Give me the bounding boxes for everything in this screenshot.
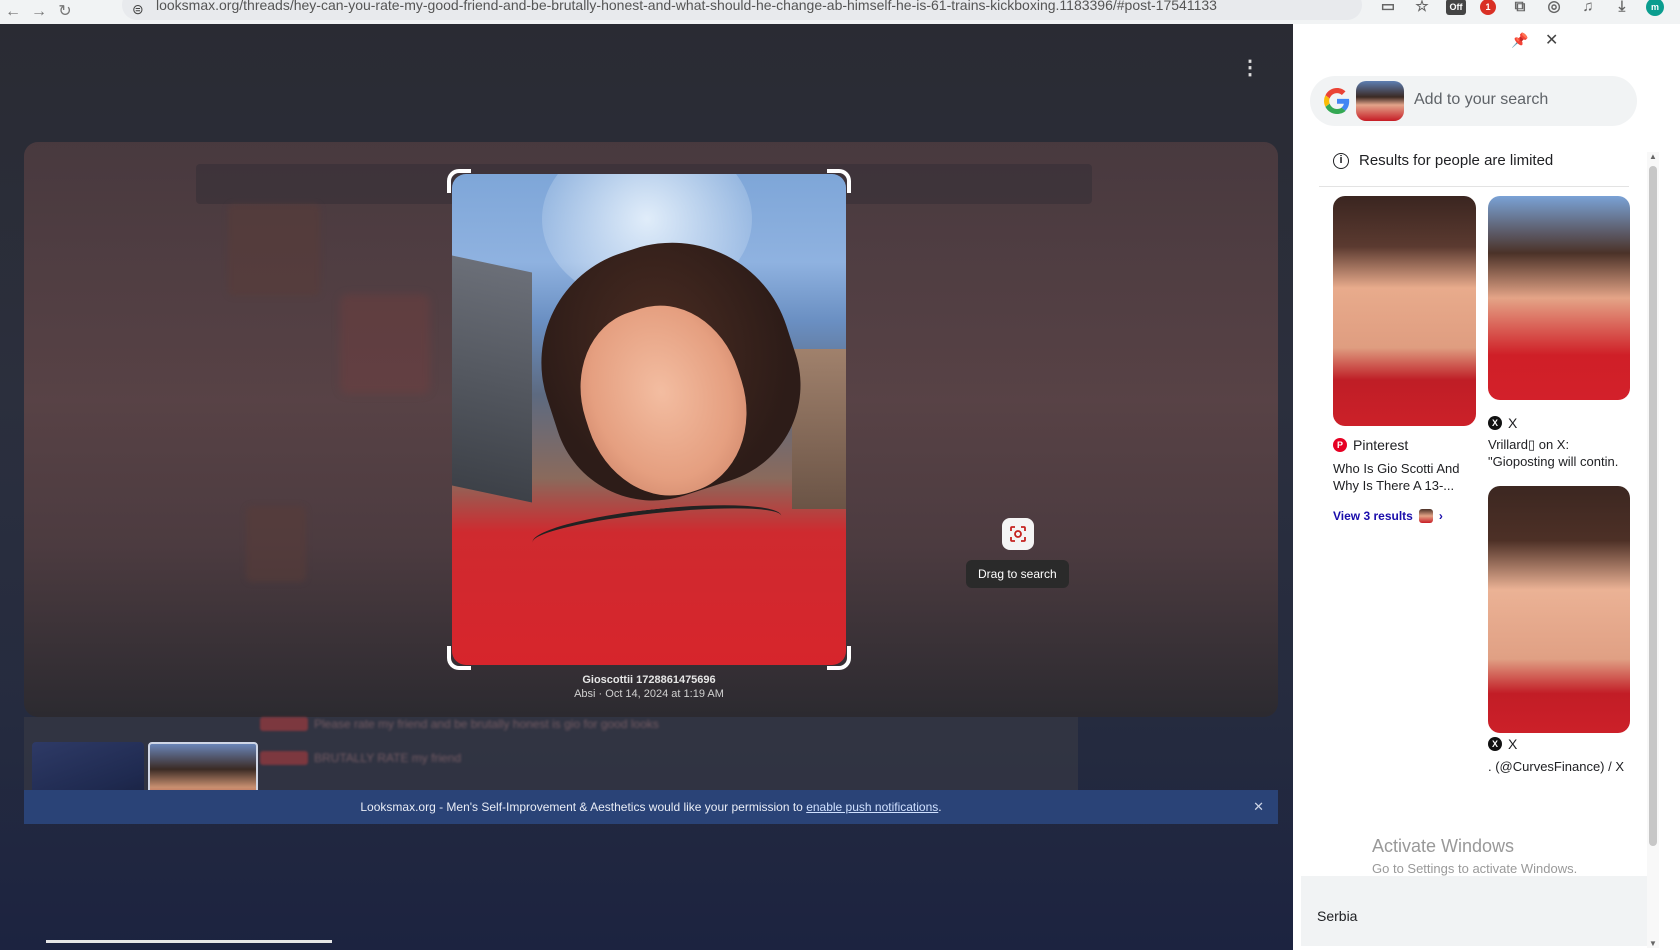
pinterest-icon: P [1333,438,1347,452]
dimmed-tag [260,751,308,765]
horizontal-scrollbar[interactable] [46,940,332,943]
watermark-title: Activate Windows [1372,836,1515,856]
dimmed-thread-title: Please rate my friend and be brutally ho… [314,717,659,731]
image-collar [530,496,784,562]
close-notice-icon[interactable]: ✕ [1253,790,1264,824]
drag-to-search-tooltip: Drag to search [966,560,1069,588]
image-building [452,255,532,503]
back-icon[interactable]: ← [0,4,26,20]
extension-off-icon[interactable]: Off [1446,0,1466,15]
browser-toolbar: ← → ↻ ⊜ looksmax.org/threads/hey-can-you… [0,0,1680,24]
notice-end: . [938,800,942,814]
reload-icon[interactable]: ↻ [52,4,78,20]
people-limited-notice: i Results for people are limited [1333,152,1553,169]
location-text: Serbia [1317,908,1358,924]
address-bar[interactable]: ⊜ looksmax.org/threads/hey-can-you-rate-… [122,0,1362,20]
extensions-bar: ▭ ☆ Off 1 ⧉ ◎ ♫ ⤓ m ⋮ [1378,0,1680,17]
enable-push-link[interactable]: enable push notifications [806,800,938,814]
mini-result-thumbnail [1418,509,1433,523]
install-app-icon[interactable]: ▭ [1378,0,1398,15]
overlay-more-icon[interactable]: ⋮ [1240,58,1260,78]
result-title[interactable]: Vrillard▯ on X: "Gioposting will contin. [1488,436,1630,470]
url-text: looksmax.org/threads/hey-can-you-rate-my… [156,0,1217,13]
scrollbar-thumb[interactable] [1649,166,1657,846]
downloads-icon[interactable]: ⤓ [1612,0,1632,15]
lens-side-panel: 📌 ✕ Add to your search i Results for peo… [1293,24,1680,950]
result-source-name: X [1508,415,1518,431]
divider [1319,186,1629,187]
query-image-thumbnail[interactable] [1356,81,1404,121]
extension-badge-icon[interactable]: 1 [1480,0,1496,15]
result-image[interactable] [1488,196,1630,400]
google-logo-icon [1324,88,1350,114]
bookmark-star-icon[interactable]: ☆ [1412,0,1432,15]
media-control-icon[interactable]: ♫ [1578,0,1598,15]
lens-search-box[interactable]: Add to your search [1310,76,1637,126]
scroll-down-icon[interactable]: ▼ [1647,939,1659,948]
dimmed-tag [260,717,308,731]
scroll-up-icon[interactable]: ▲ [1647,152,1659,161]
close-panel-icon[interactable]: ✕ [1545,30,1558,50]
view-more-text: View 3 results [1333,509,1413,523]
result-title[interactable]: Who Is Gio Scotti And Why Is There A 13-… [1333,460,1473,494]
selection-handle-bottom-left[interactable] [447,646,471,670]
puzzle-extensions-icon[interactable]: ⧉ [1510,0,1530,15]
info-icon: i [1333,152,1349,169]
image-title: Gioscottii 1728861475696 [582,674,716,686]
result-source-name: X [1508,736,1518,752]
selection-handle-top-left[interactable] [447,169,471,193]
lens-overlay: ⋮ Please rate my friend and be brutally … [0,24,1302,950]
dimmed-avatar [228,204,320,296]
windows-activation-watermark: Activate Windows Go to Settings to activ… [1372,836,1577,876]
notice-text: Looksmax.org - Men's Self-Improvement & … [360,800,807,814]
watermark-subtitle: Go to Settings to activate Windows. [1372,861,1578,876]
x-logo-icon: X [1488,416,1502,430]
site-info-icon[interactable]: ⊜ [132,0,144,20]
dimmed-thread-title: BRUTALLY RATE my friend [314,751,462,765]
image-subtitle: Absi · Oct 14, 2024 at 1:19 AM [574,688,724,700]
chevron-right-icon: › [1438,509,1443,523]
lens-toolbar-icon[interactable]: ◎ [1544,0,1564,15]
x-logo-icon: X [1488,737,1502,751]
dimmed-image [340,294,430,394]
result-source: X X [1488,736,1517,752]
selected-image[interactable] [452,174,846,665]
panel-scrollbar[interactable]: ▲ ▼ [1647,152,1659,948]
drag-to-search-button[interactable] [1002,518,1034,550]
result-source: P Pinterest [1333,437,1408,453]
search-placeholder: Add to your search [1414,91,1549,108]
pin-panel-icon[interactable]: 📌 [1511,32,1528,49]
result-source: X X [1488,415,1517,431]
limited-text: Results for people are limited [1359,152,1554,169]
result-source-name: Pinterest [1353,437,1409,453]
result-image[interactable] [1488,486,1630,733]
profile-avatar[interactable]: m [1646,0,1664,16]
view-more-results-link[interactable]: View 3 results › [1333,509,1443,523]
lens-camera-icon [1010,526,1026,542]
forward-icon[interactable]: → [26,4,52,20]
panel-footer: Serbia [1301,876,1647,946]
image-building [792,349,846,509]
result-image[interactable] [1333,196,1476,426]
dimmed-avatar [246,506,306,582]
selection-handle-top-right[interactable] [827,169,851,193]
result-title[interactable]: . (@CurvesFinance) / X [1488,758,1630,775]
selection-handle-bottom-right[interactable] [827,646,851,670]
push-notification-banner: Looksmax.org - Men's Self-Improvement & … [24,790,1278,824]
